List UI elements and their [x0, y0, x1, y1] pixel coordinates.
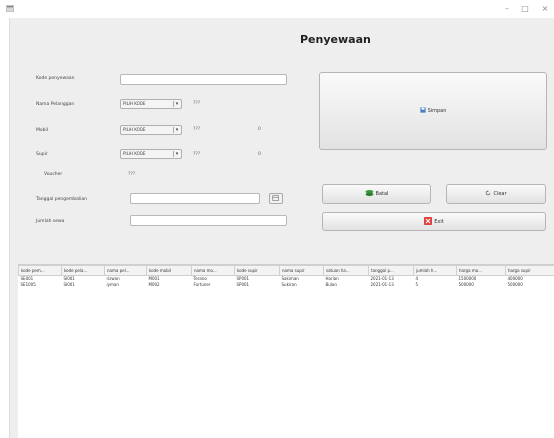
column-header[interactable]: kode pem...	[18, 265, 62, 276]
column-header[interactable]: kode mobil	[146, 265, 192, 276]
penyewaan-table[interactable]: kode pem... kode pela... nama pel... kod…	[18, 264, 554, 438]
column-header[interactable]: nama supir	[279, 265, 324, 276]
table-cell: M002	[148, 282, 160, 287]
mobil-select[interactable]: PILIH KODE ▾	[120, 125, 182, 135]
column-header[interactable]: satuan ha...	[323, 265, 369, 276]
kode-penyewaan-label: Kode penyewaan	[36, 76, 75, 81]
save-icon	[419, 107, 426, 115]
dropdown-arrow-icon: ▾	[173, 101, 180, 107]
dropdown-arrow-icon: ▾	[173, 127, 180, 133]
table-header-row: kode pem... kode pela... nama pel... kod…	[18, 265, 554, 276]
exit-label: Exit	[434, 218, 444, 225]
column-header[interactable]: kode supir	[234, 265, 280, 276]
table-cell: 2021-01-13	[370, 282, 394, 287]
table-cell: 500000	[458, 282, 474, 287]
close-button[interactable]: ×	[538, 3, 552, 15]
mobil-value: ???	[193, 127, 201, 132]
table-row[interactable]: SE1005 SI001 iyman M002 Fortuner SP001 S…	[19, 282, 554, 288]
app-icon	[6, 5, 14, 12]
table-cell: Sukiran	[281, 282, 297, 287]
column-header[interactable]: kode pela...	[61, 265, 105, 276]
table-cell: Bulan	[325, 282, 337, 287]
minimize-button[interactable]: –	[500, 3, 514, 15]
simpan-button[interactable]: Simpan	[319, 72, 547, 150]
mobil-extra: 0	[258, 127, 261, 132]
exit-button[interactable]: Exit	[322, 212, 546, 231]
supir-label: Supir	[36, 152, 48, 157]
table-cell: SI001	[63, 282, 75, 287]
maximize-button[interactable]: □	[518, 3, 532, 15]
tanggal-pengembalian-input[interactable]	[130, 193, 260, 204]
nama-pelanggan-selected: PILIH KODE	[123, 101, 146, 106]
voucher-label: Voucher	[44, 172, 63, 177]
voucher-value: ???	[128, 172, 136, 177]
dropdown-arrow-icon: ▾	[173, 151, 180, 157]
table-cell: SE1005	[20, 282, 36, 287]
column-header[interactable]: harga mo...	[456, 265, 506, 276]
supir-value: ???	[193, 152, 201, 157]
supir-select[interactable]: PILIH KODE ▾	[120, 149, 182, 159]
title-bar: – □ ×	[0, 0, 554, 18]
data-table: kode pem... kode pela... nama pel... kod…	[18, 265, 554, 288]
supir-extra: 0	[258, 152, 261, 157]
exit-icon	[424, 216, 433, 227]
batal-label: Batal	[375, 191, 389, 197]
table-cell: Fortuner	[193, 282, 211, 287]
simpan-label: Simpan	[427, 108, 447, 114]
table-cell: 5	[415, 282, 419, 287]
supir-selected: PILIH KODE	[123, 151, 146, 156]
nama-pelanggan-value: ???	[193, 101, 201, 106]
calendar-icon	[272, 195, 279, 201]
nama-pelanggan-label: Nama Pelanggan	[36, 102, 75, 107]
column-header[interactable]: harga supir	[505, 265, 554, 276]
tanggal-pengembalian-label: Tanggal pengembalian	[36, 197, 87, 202]
kode-penyewaan-input[interactable]	[120, 74, 287, 85]
mobil-label: Mobil	[36, 128, 48, 133]
table-cell: iyman	[106, 282, 119, 287]
table-cell: SP001	[236, 282, 250, 287]
batal-button[interactable]: Batal	[322, 184, 431, 204]
jumlah-sewa-input[interactable]	[130, 215, 287, 226]
jumlah-sewa-label: Jumlah sewa	[36, 219, 65, 224]
batal-icon	[365, 189, 374, 199]
column-header[interactable]: nama pel...	[104, 265, 147, 276]
column-header[interactable]: tanggal p...	[368, 265, 414, 276]
clear-button[interactable]: Clear	[446, 184, 546, 204]
date-picker-button[interactable]	[269, 193, 283, 204]
refresh-icon	[485, 190, 491, 198]
column-header[interactable]: jumlah h...	[413, 265, 457, 276]
page-title: Penyewaan	[300, 33, 371, 46]
clear-label: Clear	[493, 191, 507, 197]
column-header[interactable]: nama mo...	[191, 265, 235, 276]
nama-pelanggan-select[interactable]: PILIH KODE ▾	[120, 99, 182, 109]
table-cell: 500000	[507, 282, 523, 287]
mobil-selected: PILIH KODE	[123, 127, 146, 132]
